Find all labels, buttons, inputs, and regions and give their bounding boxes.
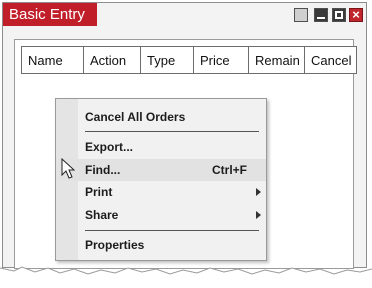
submenu-arrow-icon bbox=[256, 211, 261, 219]
column-header-remain[interactable]: Remain bbox=[249, 46, 305, 74]
menu-item-label: Properties bbox=[85, 238, 145, 252]
menu-item-label: Cancel All Orders bbox=[85, 110, 186, 124]
menu-item-share[interactable]: Share bbox=[56, 204, 266, 226]
column-header-price[interactable]: Price bbox=[194, 46, 249, 74]
column-header-cancel[interactable]: Cancel bbox=[305, 46, 357, 74]
table-header: Name Action Type Price Remain Cancel bbox=[21, 46, 357, 74]
menu-item-label: Find... bbox=[85, 163, 121, 177]
close-icon[interactable]: × bbox=[349, 8, 363, 22]
maximize-icon[interactable] bbox=[332, 8, 346, 22]
context-menu: Cancel All Orders Export... Find... Ctrl… bbox=[55, 98, 267, 261]
menu-item-print[interactable]: Print bbox=[56, 181, 266, 203]
menu-item-properties[interactable]: Properties bbox=[56, 234, 266, 256]
menu-item-export[interactable]: Export... bbox=[56, 136, 266, 158]
mouse-cursor-icon bbox=[61, 158, 75, 179]
menu-separator bbox=[85, 131, 259, 132]
submenu-arrow-icon bbox=[256, 188, 261, 196]
menu-separator bbox=[85, 230, 259, 231]
menu-item-shortcut: Ctrl+F bbox=[211, 163, 247, 177]
column-header-action[interactable]: Action bbox=[84, 46, 141, 74]
window-title: Basic Entry bbox=[3, 3, 97, 26]
column-header-name[interactable]: Name bbox=[21, 46, 84, 74]
menu-item-cancel-all-orders[interactable]: Cancel All Orders bbox=[56, 106, 266, 128]
column-header-type[interactable]: Type bbox=[141, 46, 194, 74]
restore-icon[interactable] bbox=[294, 8, 308, 22]
menu-item-label: Export... bbox=[85, 140, 134, 154]
menu-item-find[interactable]: Find... Ctrl+F bbox=[56, 159, 266, 181]
menu-item-label: Print bbox=[85, 185, 113, 199]
menu-item-label: Share bbox=[85, 208, 119, 222]
torn-edge-decoration bbox=[0, 266, 372, 288]
minimize-icon[interactable] bbox=[314, 8, 328, 22]
